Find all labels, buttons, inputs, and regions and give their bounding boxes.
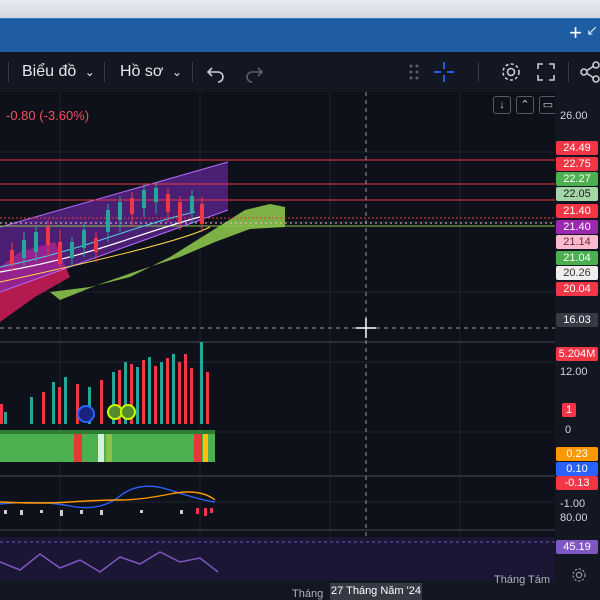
drag-handle-icon[interactable] bbox=[402, 60, 426, 84]
price-change-text: -0.80 (-3.60%) bbox=[6, 108, 90, 123]
chart-canvas[interactable] bbox=[0, 92, 555, 600]
chevron-down-icon: ⌄ bbox=[84, 65, 95, 79]
crosshair-price-label: 16.03 bbox=[556, 313, 598, 327]
collapse-icon[interactable]: ⌃ bbox=[516, 96, 534, 114]
toolbar-separator bbox=[478, 62, 479, 82]
indicator-badge: 1 bbox=[562, 403, 576, 417]
toolbar-separator bbox=[568, 62, 569, 82]
price-level-label: 22.05 bbox=[556, 187, 598, 201]
price-level-label: 21.04 bbox=[556, 251, 598, 265]
redo-icon[interactable] bbox=[242, 60, 266, 84]
fullscreen-icon[interactable] bbox=[534, 60, 558, 84]
macd-value-label: 0.23 bbox=[556, 447, 598, 461]
gear-icon[interactable] bbox=[499, 60, 523, 84]
price-level-label: 22.75 bbox=[556, 157, 598, 171]
chart-menu-button[interactable]: Biểu đồ ⌄ bbox=[22, 52, 95, 92]
toolbar-separator bbox=[8, 62, 9, 82]
price-level-label: 22.27 bbox=[556, 172, 598, 186]
macd-tick: -1.00 bbox=[560, 498, 586, 510]
crosshair-date-label: 27 Tháng Năm '24 bbox=[330, 583, 422, 600]
rsi-value-label: 45.19 bbox=[556, 540, 598, 554]
rsi-top-tick: 80.00 bbox=[560, 512, 588, 524]
price-level-label: 21.40 bbox=[556, 220, 598, 234]
chevron-down-icon: ⌄ bbox=[171, 65, 182, 79]
macd-value-label: 0.10 bbox=[556, 462, 598, 476]
scroll-down-icon[interactable]: ↓ bbox=[493, 96, 511, 114]
volume-tick: 12.00 bbox=[560, 366, 588, 378]
chart-toolbar: Biểu đồ ⌄ Hồ sơ ⌄ bbox=[0, 52, 600, 93]
volume-value-label: 5.204M bbox=[556, 347, 598, 361]
app-title-bar bbox=[0, 18, 600, 53]
price-level-label: 21.40 bbox=[556, 204, 598, 218]
price-level-label: 20.26 bbox=[556, 266, 598, 280]
toolbar-separator bbox=[104, 62, 105, 82]
price-tick: 26.00 bbox=[560, 110, 588, 122]
price-level-label: 21.14 bbox=[556, 235, 598, 249]
chart-menu-label: Biểu đồ bbox=[22, 63, 77, 80]
add-tab-icon[interactable]: + bbox=[569, 18, 582, 48]
profile-menu-label: Hồ sơ bbox=[120, 63, 164, 80]
profile-menu-button[interactable]: Hồ sơ ⌄ bbox=[120, 52, 182, 92]
price-level-label: 20.04 bbox=[556, 282, 598, 296]
resize-corner-icon[interactable]: ↙ bbox=[586, 22, 598, 39]
price-level-label: 24.49 bbox=[556, 141, 598, 155]
share-icon[interactable] bbox=[578, 60, 600, 84]
toolbar-separator bbox=[192, 62, 193, 82]
undo-icon[interactable] bbox=[204, 60, 228, 84]
zero-tick: 0 bbox=[565, 424, 572, 436]
gear-icon[interactable] bbox=[570, 566, 588, 584]
time-axis-label: Tháng Tám bbox=[494, 574, 551, 586]
crosshair-icon[interactable] bbox=[432, 60, 456, 84]
time-axis-label: Tháng bbox=[292, 588, 324, 600]
macd-value-label: -0.13 bbox=[556, 476, 598, 490]
